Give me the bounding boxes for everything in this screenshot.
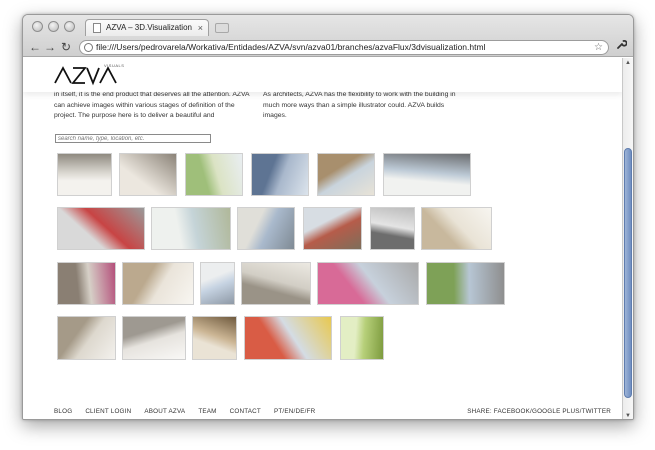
url-text: file:///Users/pedrovarela/Workativa/Enti…: [96, 42, 486, 52]
tab-title: AZVA – 3D.Visualization: [106, 23, 192, 32]
gallery-thumbnail-interior-balcony[interactable]: [57, 153, 112, 196]
gallery-thumbnail-white-corridor[interactable]: [57, 316, 116, 360]
gallery-thumbnail-red-brick-building[interactable]: [303, 207, 362, 250]
footer-link-team[interactable]: TEAM: [198, 408, 216, 415]
gallery-thumbnail-playground[interactable]: [244, 316, 332, 360]
zoom-window-button[interactable]: [64, 21, 75, 32]
gallery-thumbnail-tower-block[interactable]: [237, 207, 295, 250]
gallery-thumbnail-white-sculpture[interactable]: [122, 316, 186, 360]
gallery-thumbnail-street-people[interactable]: [317, 153, 375, 196]
gallery-thumbnail-green-corridor[interactable]: [340, 316, 384, 360]
intro-text-left: in itself, it is the end product that de…: [54, 91, 250, 119]
scrollbar-thumb[interactable]: [624, 148, 632, 398]
scroll-up-icon[interactable]: ▲: [625, 60, 631, 66]
gallery-thumbnail-blue-facade[interactable]: [251, 153, 309, 196]
gallery-thumbnail-bright-interior[interactable]: [421, 207, 492, 250]
browser-toolbar: AZVA – 3D.Visualization × ← → ↻ file:///…: [23, 15, 633, 57]
gallery-thumbnail-wood-interior[interactable]: [192, 316, 237, 360]
footer-nav: BLOG CLIENT LOGIN ABOUT AZVA TEAM CONTAC…: [54, 408, 328, 415]
tab-close-icon[interactable]: ×: [198, 20, 203, 36]
wrench-icon: [617, 40, 628, 49]
tab-azva-3d-visualization[interactable]: AZVA – 3D.Visualization ×: [85, 19, 209, 36]
back-arrow-icon[interactable]: ←: [29, 38, 41, 56]
footer-link-blog[interactable]: BLOG: [54, 408, 72, 415]
search-input[interactable]: [55, 134, 211, 143]
gallery-thumbnail-green-building[interactable]: [185, 153, 243, 196]
close-window-button[interactable]: [32, 21, 43, 32]
reload-icon[interactable]: ↻: [61, 38, 71, 56]
footer-link-client-login[interactable]: CLIENT LOGIN: [85, 408, 131, 415]
gallery-thumbnail-green-plaza[interactable]: [426, 262, 505, 305]
gallery-thumbnail-interior-dining[interactable]: [119, 153, 177, 196]
forward-arrow-icon[interactable]: →: [44, 38, 56, 56]
navigation-bar: ← → ↻ file:///Users/pedrovarela/Workativ…: [23, 38, 633, 56]
gallery-thumbnail-highrise[interactable]: [200, 262, 235, 305]
gallery-thumbnail-aerial-landscape[interactable]: [151, 207, 231, 250]
gallery-thumbnail-pink-street[interactable]: [317, 262, 419, 305]
gallery-thumbnail-curved-ceiling[interactable]: [122, 262, 194, 305]
gallery-thumbnail-white-villa-woman[interactable]: [383, 153, 471, 196]
footer-link-languages[interactable]: PT/EN/DE/FR: [274, 408, 315, 415]
window-controls: [32, 21, 75, 32]
address-bar[interactable]: file:///Users/pedrovarela/Workativa/Enti…: [79, 40, 609, 55]
minimize-window-button[interactable]: [48, 21, 59, 32]
gallery-thumbnail-woman-atrium[interactable]: [57, 262, 116, 305]
gallery-thumbnail-red-interior[interactable]: [57, 207, 145, 250]
footer-link-contact[interactable]: CONTACT: [230, 408, 261, 415]
share-links[interactable]: SHARE: FACEBOOK/GOOGLE PLUS/TWITTER: [467, 408, 611, 415]
browser-window: AZVA – 3D.Visualization × ← → ↻ file:///…: [22, 14, 634, 420]
gallery-thumbnail-concrete-hall[interactable]: [241, 262, 311, 305]
page-icon: [93, 23, 101, 33]
page-viewport: in itself, it is the end product that de…: [23, 58, 623, 419]
intro-text-right: As architects, AZVA has the flexibility …: [263, 91, 456, 119]
footer-link-about[interactable]: ABOUT AZVA: [144, 408, 185, 415]
gallery-thumbnail-wireframe-model[interactable]: [370, 207, 415, 250]
scroll-down-icon[interactable]: ▼: [625, 413, 631, 419]
file-icon: [84, 43, 93, 52]
wrench-menu-icon[interactable]: [616, 38, 628, 56]
new-tab-button[interactable]: [215, 23, 229, 33]
site-header: VISUALS: [23, 58, 623, 92]
vertical-scrollbar[interactable]: ▲ ▼: [622, 58, 633, 419]
bookmark-star-icon[interactable]: ☆: [594, 41, 603, 54]
logo-subtitle: VISUALS: [104, 63, 125, 68]
